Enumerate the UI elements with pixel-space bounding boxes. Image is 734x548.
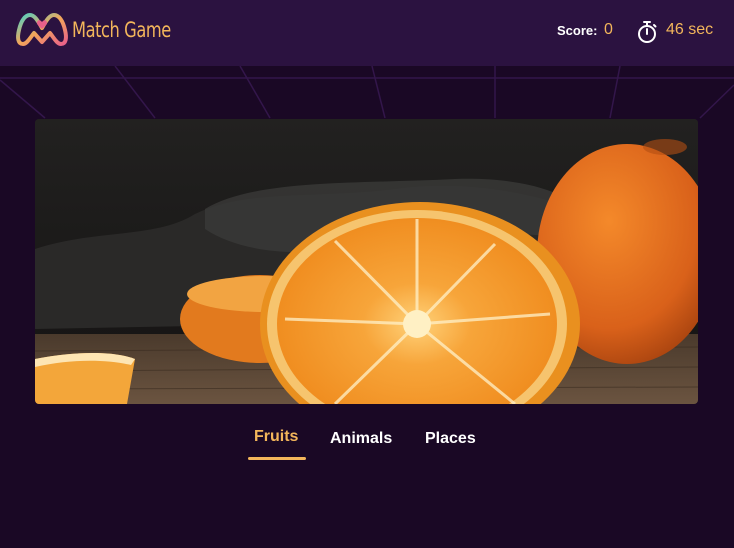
top-bar: Match Game Score: 0 46 sec bbox=[0, 0, 734, 66]
gamepad-logo-icon bbox=[16, 13, 68, 46]
tab-places[interactable]: Places bbox=[425, 430, 476, 448]
stopwatch-icon bbox=[638, 21, 657, 43]
score-value: 0 bbox=[604, 21, 613, 38]
score-label: Score: bbox=[557, 23, 598, 38]
hero-image bbox=[35, 119, 698, 404]
app-title: Match Game bbox=[72, 18, 171, 42]
tab-fruits[interactable]: Fruits bbox=[254, 428, 298, 446]
tab-animals[interactable]: Animals bbox=[330, 430, 392, 448]
timer-value: 46 sec bbox=[666, 21, 714, 38]
active-tab-indicator bbox=[248, 457, 306, 460]
